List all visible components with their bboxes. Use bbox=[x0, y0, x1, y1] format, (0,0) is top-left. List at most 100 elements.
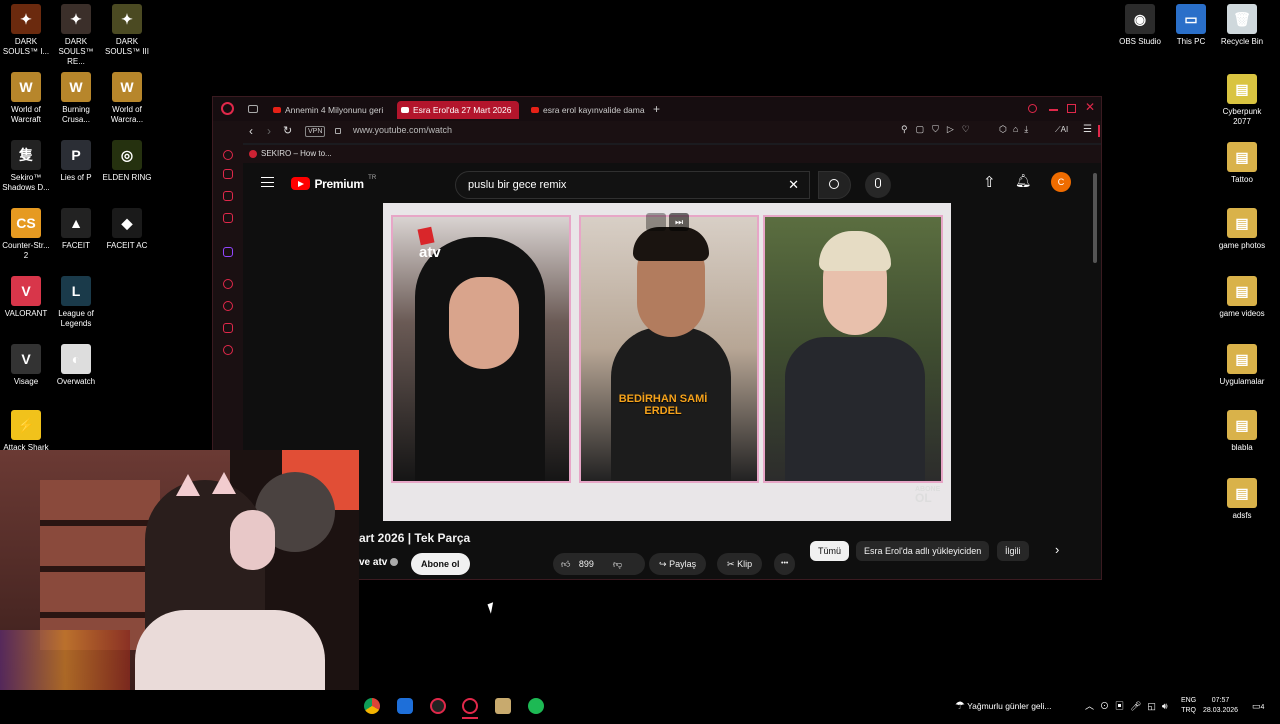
voice-search-button[interactable] bbox=[865, 172, 891, 198]
desktop-icon-tattoo[interactable]: ▤ Tattoo bbox=[1216, 142, 1268, 185]
league-icon[interactable] bbox=[495, 698, 511, 714]
settings-icon[interactable] bbox=[223, 345, 233, 355]
history-icon[interactable] bbox=[223, 301, 233, 311]
avatar[interactable]: C bbox=[1051, 172, 1071, 192]
twitch-icon[interactable] bbox=[223, 247, 233, 257]
channel-name[interactable]: ve atv bbox=[359, 557, 399, 568]
desktop-icon-league-of-legends[interactable]: L League of Legends bbox=[50, 276, 102, 329]
desktop-icon-faceit[interactable]: ▲ FACEIT bbox=[50, 208, 102, 251]
desktop-icon-world-of-warcraft-2[interactable]: W World of Warcra... bbox=[101, 72, 153, 125]
desktop-icon-label: ELDEN RING bbox=[102, 173, 152, 182]
extensions-icons[interactable]: ⬡⌂⤓ bbox=[999, 124, 1034, 135]
vpn-badge[interactable]: VPN bbox=[305, 126, 326, 137]
mail-icon[interactable] bbox=[223, 191, 233, 201]
create-icon[interactable]: ⇧ bbox=[983, 173, 996, 191]
desktop-icon-adsfs[interactable]: ▤ adsfs bbox=[1216, 478, 1268, 521]
desktop-icon-label: DARK SOULS™ I... bbox=[2, 37, 50, 56]
search-button[interactable] bbox=[818, 171, 851, 199]
desktop-icon-cyberpunk[interactable]: ▤ Cyberpunk 2077 bbox=[1216, 74, 1268, 127]
notification-icon: ▭ bbox=[1252, 701, 1261, 711]
desktop-icon-recycle-bin[interactable]: 🗑 Recycle Bin bbox=[1216, 4, 1268, 47]
name-overlay-line-1: BEDİRHAN SAMİ bbox=[618, 393, 708, 405]
desktop-icon-obs-studio[interactable]: ◉ OBS Studio bbox=[1114, 4, 1166, 47]
app-icon[interactable] bbox=[397, 698, 413, 714]
maximize-icon[interactable] bbox=[1067, 104, 1076, 113]
desktop-icon-label: Tattoo bbox=[1231, 175, 1253, 184]
notification-center[interactable]: ▭4 bbox=[1252, 692, 1264, 720]
new-tab-icon[interactable]: + bbox=[653, 102, 660, 116]
spotify-icon[interactable] bbox=[528, 698, 544, 714]
miniplayer-icon[interactable] bbox=[646, 213, 666, 231]
desktop-icon-this-pc[interactable]: ▭ This PC bbox=[1165, 4, 1217, 47]
tattoo-icon: ▤ bbox=[1227, 142, 1257, 172]
desktop-icon-valorant[interactable]: V VALORANT bbox=[0, 276, 52, 319]
url-field[interactable]: www.youtube.com/watch bbox=[353, 125, 452, 135]
desktop-icon-sekiro[interactable]: 隻 Sekiro™ Shadows D... bbox=[0, 140, 52, 193]
desktop-icon-game-videos[interactable]: ▤ game videos bbox=[1216, 276, 1268, 319]
desktop-icon-overwatch[interactable]: ◐ Overwatch bbox=[50, 344, 102, 387]
player-icon[interactable] bbox=[223, 213, 233, 223]
clear-search-icon[interactable]: ✕ bbox=[788, 172, 799, 198]
extensions-sidebar-icon[interactable] bbox=[223, 323, 233, 333]
desktop-icon-dark-souls-1[interactable]: ✦ DARK SOULS™ I... bbox=[0, 4, 52, 57]
atv-logo-icon bbox=[417, 226, 435, 246]
tray-icons[interactable]: ︿⊙▣🎤︎◱🔊︎ bbox=[1085, 692, 1174, 720]
desktop-icon-elden-ring[interactable]: ◎ ELDEN RING bbox=[101, 140, 153, 183]
like-button[interactable]: 👍︎ 899 👎︎ bbox=[553, 553, 645, 575]
dislike-icon[interactable]: 👎︎ bbox=[613, 553, 622, 575]
desktop-icon-uygulamalar[interactable]: ▤ Uygulamalar bbox=[1216, 344, 1268, 387]
close-icon[interactable]: ✕ bbox=[1085, 100, 1095, 114]
desktop-icon-lies-of-p[interactable]: P Lies of P bbox=[50, 140, 102, 183]
share-button[interactable]: ↪ Paylaş bbox=[649, 553, 707, 575]
gx-corner-icon[interactable] bbox=[223, 169, 233, 179]
weather-widget[interactable]: ☂ Yağmurlu günler geli... bbox=[955, 692, 1052, 720]
hamburger-icon[interactable] bbox=[261, 177, 274, 187]
desktop-icon-visage[interactable]: V Visage bbox=[0, 344, 52, 387]
desktop-icon-counter-strike[interactable]: CS Counter-Str... 2 bbox=[0, 208, 52, 261]
menu-icon[interactable]: ☰ bbox=[1083, 124, 1092, 135]
notifications-icon[interactable]: 🔔︎ bbox=[1015, 173, 1032, 189]
lock-icon bbox=[335, 128, 341, 134]
search-input[interactable]: puslu bir gece remix ✕ bbox=[455, 171, 810, 199]
video-player[interactable]: atv BEDİRHAN SAMİ ERDEL ⏭ bbox=[383, 203, 951, 521]
tab-esra-erol-27-mart[interactable]: Esra Erol'da 27 Mart 2026 bbox=[397, 101, 519, 119]
tab-switcher-icon[interactable] bbox=[248, 105, 258, 113]
opera-logo-icon[interactable] bbox=[221, 102, 234, 115]
desktop-icon-game-photos[interactable]: ▤ game photos bbox=[1216, 208, 1268, 251]
desktop-icon-attack-shark[interactable]: ⚡ Attack Shark bbox=[0, 410, 52, 453]
subscribe-button[interactable]: Abone ol bbox=[411, 553, 470, 575]
dark-souls-remastered-icon: ✦ bbox=[61, 4, 91, 34]
desktop-icon-dark-souls-remastered[interactable]: ✦ DARK SOULS™ RE... bbox=[50, 4, 102, 67]
bookmark-sekiro[interactable]: SEKIRO – How to... bbox=[249, 145, 332, 163]
reload-sidebar-icon[interactable] bbox=[223, 150, 233, 160]
burning-crusade-icon: W bbox=[61, 72, 91, 102]
back-icon[interactable]: ‹ bbox=[249, 124, 253, 138]
desktop-icon-faceit-ac[interactable]: ◆ FACEIT AC bbox=[101, 208, 153, 251]
desktop-icon-label: Cyberpunk 2077 bbox=[1222, 107, 1262, 126]
tab-kayinvalide[interactable]: esra erol kayınvalide dama bbox=[527, 101, 649, 119]
minimize-icon[interactable] bbox=[1049, 109, 1058, 111]
search-icon[interactable] bbox=[1028, 104, 1037, 113]
desktop-icon-blabla[interactable]: ▤ blabla bbox=[1216, 410, 1268, 453]
youtube-favicon-icon bbox=[273, 107, 281, 113]
opera-gx-icon[interactable] bbox=[462, 698, 478, 714]
desktop-icon-dark-souls-3[interactable]: ✦ DARK SOULS™ III bbox=[101, 4, 153, 57]
ai-button[interactable]: ⟋AI bbox=[1055, 125, 1068, 135]
more-actions-button[interactable]: ••• bbox=[774, 553, 796, 575]
youtube-logo[interactable]: Premium TR bbox=[291, 175, 376, 193]
chrome-icon[interactable] bbox=[364, 698, 380, 714]
desktop-icon-burning-crusade[interactable]: W Burning Crusa... bbox=[50, 72, 102, 125]
add-icon[interactable] bbox=[223, 279, 233, 289]
tab-annemin[interactable]: Annemin 4 Milyonunu geri bbox=[269, 101, 387, 119]
youtube-favicon-icon bbox=[401, 107, 409, 113]
clip-button[interactable]: ✂ Klip bbox=[717, 553, 763, 575]
scrollbar[interactable] bbox=[1093, 173, 1097, 263]
forward-icon[interactable]: › bbox=[267, 124, 271, 138]
desktop-icon-label: Burning Crusa... bbox=[61, 105, 90, 124]
desktop-icon-label: blabla bbox=[1231, 443, 1253, 452]
tab-strip: Annemin 4 Milyonunu geri Esra Erol'da 27… bbox=[213, 97, 1101, 121]
reload-icon[interactable]: ↻ bbox=[283, 124, 292, 137]
gx-app-icon[interactable] bbox=[430, 698, 446, 714]
desktop-icon-world-of-warcraft-1[interactable]: W World of Warcraft bbox=[0, 72, 52, 125]
skip-icon[interactable]: ⏭ bbox=[669, 213, 689, 231]
